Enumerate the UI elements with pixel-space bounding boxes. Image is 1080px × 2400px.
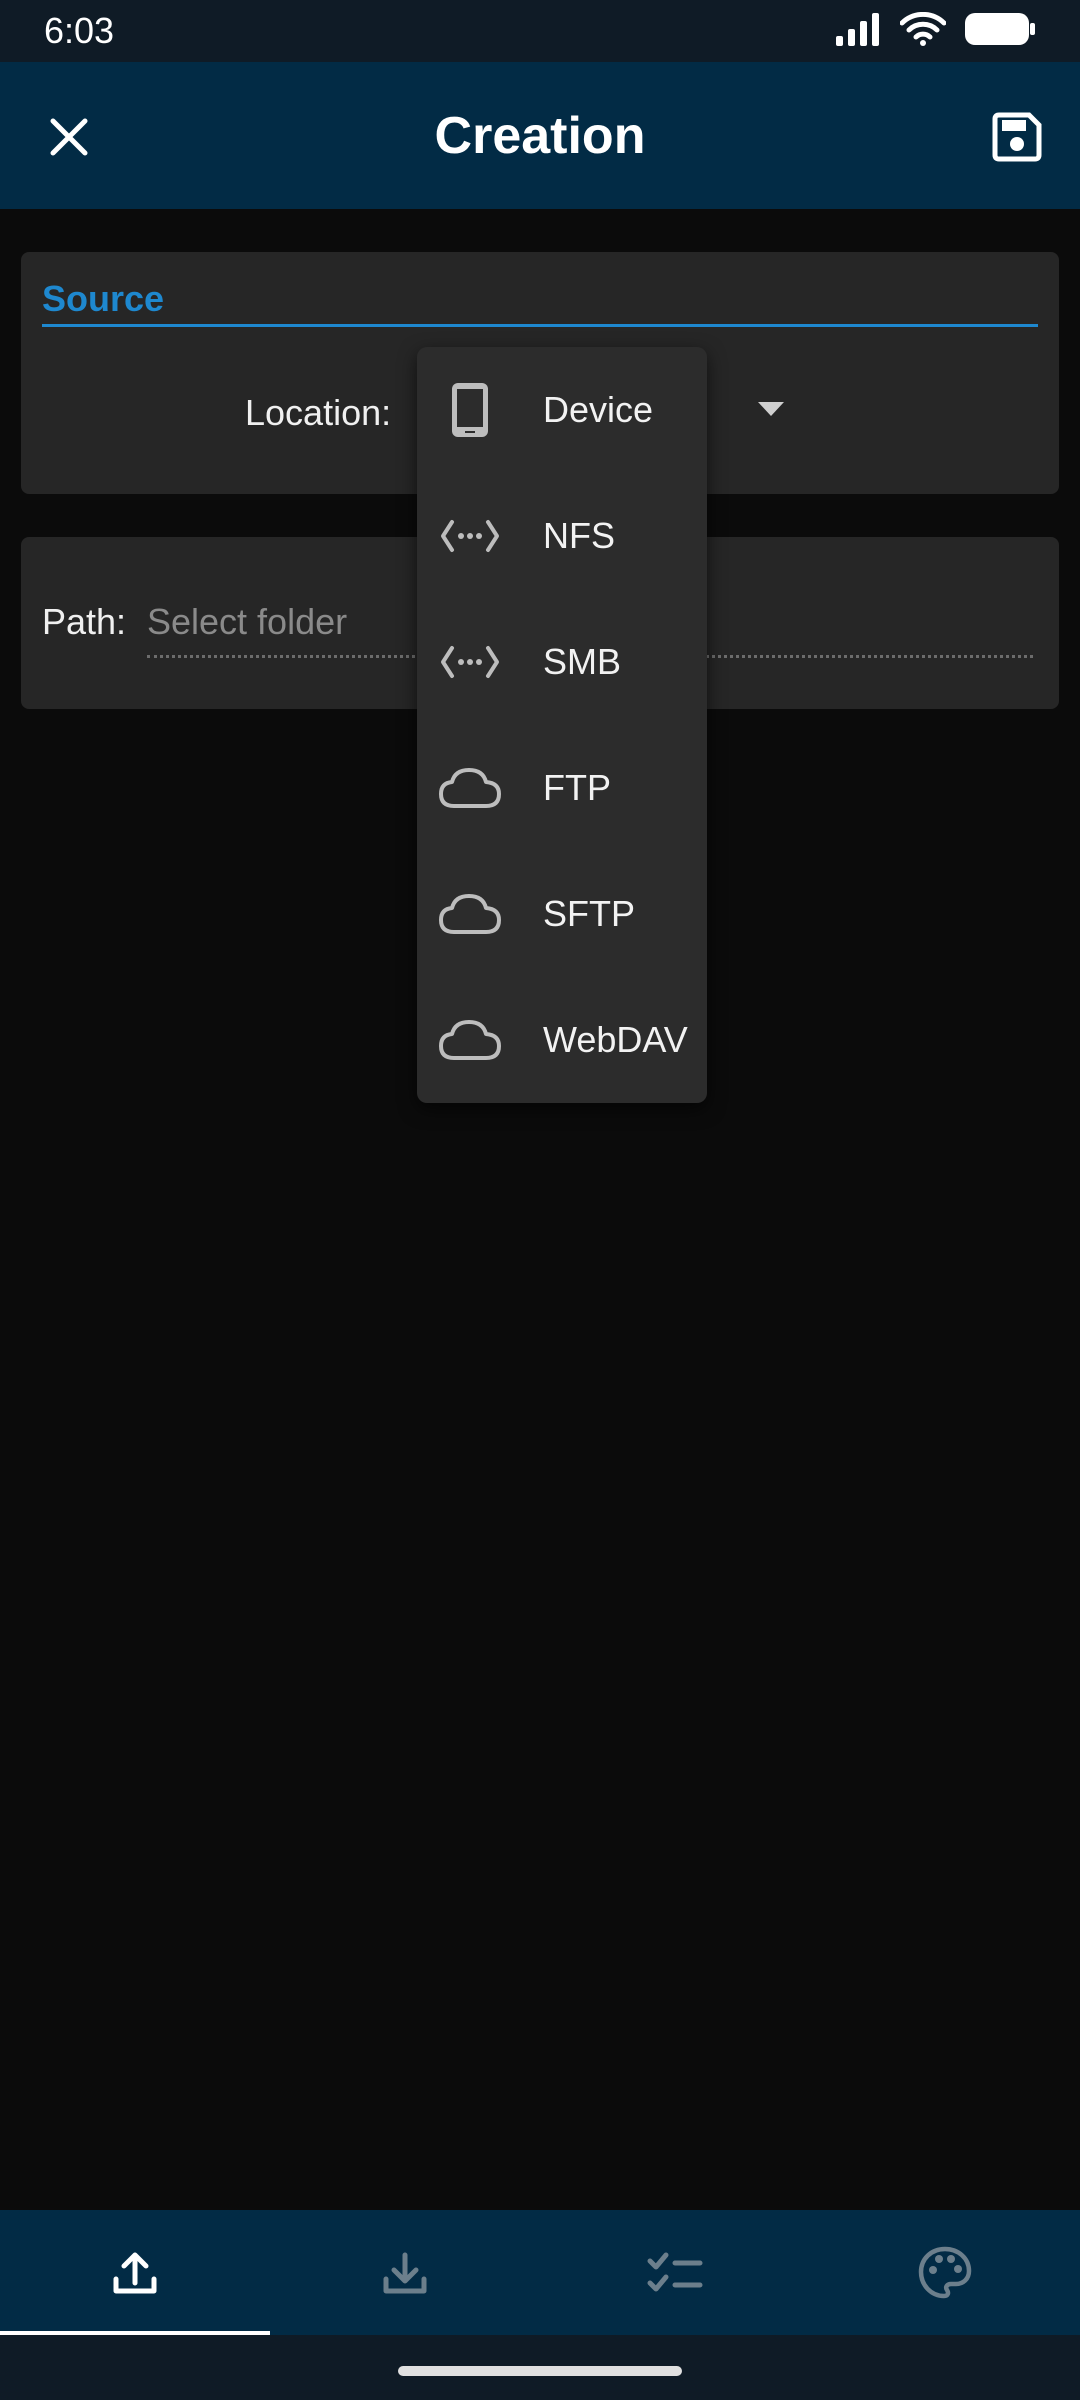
status-time: 6:03 [44, 10, 115, 51]
menu-item-label: WebDAV [543, 1019, 688, 1060]
status-bar: 6:03 [0, 0, 1080, 62]
menu-item-label: Device [543, 389, 654, 430]
cloud-icon [437, 755, 503, 821]
path-label: Path: [42, 601, 127, 642]
menu-item-label: SMB [543, 641, 622, 682]
nav-tab-download[interactable] [270, 2210, 540, 2335]
menu-item-label: SFTP [543, 893, 636, 934]
nav-tab-upload[interactable] [0, 2210, 270, 2335]
gesture-area [0, 2335, 1080, 2400]
network-icon [437, 503, 503, 569]
menu-item-ftp[interactable]: FTP [417, 725, 707, 851]
upload-icon [113, 2252, 157, 2293]
close-button[interactable] [38, 106, 100, 168]
wifi-icon [899, 11, 947, 51]
bottom-navigation [0, 2210, 1080, 2335]
source-underline [42, 324, 1038, 327]
app-bar: Creation [0, 62, 1080, 209]
nav-tab-theme[interactable] [810, 2210, 1080, 2335]
menu-item-smb[interactable]: SMB [417, 599, 707, 725]
menu-item-webdav[interactable]: WebDAV [417, 977, 707, 1103]
signal-icon [836, 12, 882, 51]
page-title: Creation [434, 106, 646, 165]
status-icons [836, 11, 1036, 51]
menu-item-nfs[interactable]: NFS [417, 473, 707, 599]
location-dropdown-arrow-icon[interactable] [758, 402, 784, 416]
battery-icon [964, 12, 1036, 51]
save-icon [992, 112, 1042, 162]
menu-item-device[interactable]: Device [417, 347, 707, 473]
checklist-icon [647, 2252, 703, 2291]
source-section-label: Source [42, 278, 165, 319]
menu-item-label: FTP [543, 767, 611, 808]
cloud-icon [437, 1007, 503, 1073]
location-dropdown-menu: Device NFS SMB FTP SFTP WebDAV [417, 347, 707, 1103]
phone-icon [437, 377, 503, 443]
menu-item-sftp[interactable]: SFTP [417, 851, 707, 977]
cloud-icon [437, 881, 503, 947]
gesture-handle[interactable] [398, 2366, 682, 2376]
download-icon [383, 2252, 427, 2293]
close-icon [50, 118, 88, 156]
save-button[interactable] [986, 106, 1048, 168]
menu-item-label: NFS [543, 515, 615, 556]
location-label: Location: [245, 392, 392, 433]
nav-tab-tasks[interactable] [540, 2210, 810, 2335]
network-icon [437, 629, 503, 695]
palette-icon [918, 2246, 972, 2298]
